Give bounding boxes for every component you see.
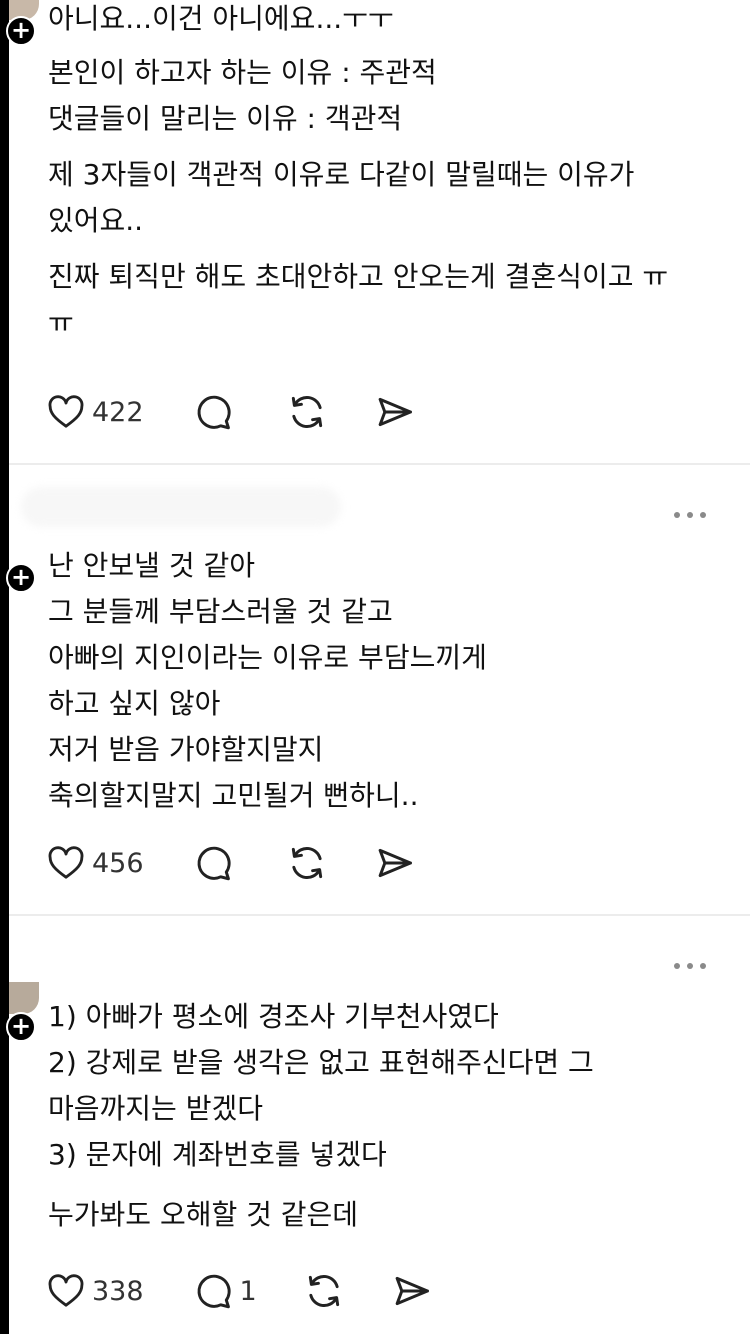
comment-count: 1 — [239, 1275, 257, 1307]
repost-icon — [291, 395, 322, 429]
post-paragraph: 본인이 하고자 하는 이유 : 주관적 댓글들이 말리는 이유 : 객관적 — [48, 50, 708, 142]
repost-button[interactable] — [303, 1270, 345, 1312]
post-text-line: 아빠의 지인이라는 이유로 부담느끼게 — [48, 641, 487, 674]
repost-button[interactable] — [286, 391, 328, 433]
post-body: 1) 아빠가 평소에 경조사 기부천사였다 2) 강제로 받을 생각은 없고 표… — [48, 994, 708, 1238]
post-paragraph: 1) 아빠가 평소에 경조사 기부천사였다 2) 강제로 받을 생각은 없고 표… — [48, 994, 708, 1178]
avatar[interactable] — [9, 982, 39, 1014]
comment-button[interactable]: 1 — [192, 1270, 257, 1312]
post-paragraph: 난 안보낼 것 같아 그 분들께 부담스러울 것 같고 아빠의 지인이라는 이유… — [48, 543, 708, 819]
post-text-line: 있어요.. — [48, 204, 144, 237]
post-text-line: 댓글들이 말리는 이유 : 객관적 — [48, 102, 403, 135]
action-bar: 456 — [46, 841, 416, 885]
send-icon — [378, 848, 412, 878]
speech-bubble-icon — [197, 846, 231, 881]
repost-icon — [291, 846, 322, 880]
post-text-line: 제 3자들이 객관적 이유로 다같이 말릴때는 이유가 — [48, 158, 635, 191]
post-text-line: 난 안보낼 것 같아 — [48, 549, 256, 582]
post-text-line: 그 분들께 부담스러울 것 같고 — [48, 595, 393, 628]
repost-button[interactable] — [286, 842, 328, 884]
speech-bubble-icon — [197, 1274, 231, 1309]
post-text-line: ㅠ — [48, 306, 74, 339]
like-button[interactable]: 422 — [46, 392, 144, 432]
post-paragraph: 진짜 퇴직만 해도 초대안하고 안오는게 결혼식이고 ㅠ ㅠ — [48, 254, 708, 346]
comment-button[interactable] — [192, 391, 240, 433]
username-redacted — [21, 487, 341, 527]
post-text-line: 1) 아빠가 평소에 경조사 기부천사였다 — [48, 1000, 499, 1033]
post-text-line: 축의할지말지 고민될거 뻔하니.. — [48, 779, 419, 812]
post-card: + 난 안보낼 것 같아 그 분들께 부담스러울 것 같고 아빠의 지인이라는 … — [6, 465, 750, 915]
send-icon — [378, 397, 412, 427]
post-paragraph: 아니요...이건 아니에요...ㅜㅜ — [48, 0, 708, 42]
more-icon[interactable] — [674, 511, 706, 519]
post-card: + 아니요...이건 아니에요...ㅜㅜ 본인이 하고자 하는 이유 : 주관적… — [6, 0, 750, 464]
comment-button[interactable] — [192, 842, 240, 884]
share-button[interactable] — [374, 842, 416, 884]
post-text-line: 하고 싶지 않아 — [48, 687, 221, 720]
share-button[interactable] — [374, 391, 416, 433]
action-bar: 422 — [46, 390, 416, 434]
post-text-line: 저거 받음 가야할지말지 — [48, 733, 324, 766]
plus-icon[interactable]: + — [6, 563, 36, 593]
action-bar: 338 1 — [46, 1269, 433, 1313]
plus-icon[interactable]: + — [6, 1012, 36, 1042]
send-icon — [395, 1276, 429, 1306]
share-button[interactable] — [391, 1270, 433, 1312]
post-text-line: 3) 문자에 계좌번호를 넣겠다 — [48, 1138, 387, 1171]
post-text-line: 2) 강제로 받을 생각은 없고 표현해주신다면 그 — [48, 1046, 594, 1079]
heart-icon — [48, 846, 84, 879]
heart-icon — [48, 395, 84, 428]
like-count: 338 — [92, 1275, 144, 1307]
screen-left-edge — [0, 0, 9, 1334]
post-paragraph: 누가봐도 오해할 것 같은데 — [48, 1192, 708, 1238]
post-body: 아니요...이건 아니에요...ㅜㅜ 본인이 하고자 하는 이유 : 주관적 댓… — [48, 0, 708, 346]
post-text-line: 마음까지는 받겠다 — [48, 1092, 263, 1125]
repost-icon — [308, 1274, 339, 1308]
speech-bubble-icon — [197, 395, 231, 430]
post-paragraph: 제 3자들이 객관적 이유로 다같이 말릴때는 이유가 있어요.. — [48, 152, 708, 244]
like-count: 456 — [92, 847, 144, 879]
more-icon[interactable] — [674, 962, 706, 970]
post-card: + 1) 아빠가 평소에 경조사 기부천사였다 2) 강제로 받을 생각은 없고… — [6, 916, 750, 1334]
post-text-line: 누가봐도 오해할 것 같은데 — [48, 1198, 359, 1231]
post-text-line: 아니요...이건 아니에요...ㅜㅜ — [48, 2, 394, 35]
post-body: 난 안보낼 것 같아 그 분들께 부담스러울 것 같고 아빠의 지인이라는 이유… — [48, 543, 708, 819]
like-button[interactable]: 456 — [46, 843, 144, 883]
heart-icon — [48, 1274, 84, 1307]
post-text-line: 진짜 퇴직만 해도 초대안하고 안오는게 결혼식이고 ㅠ — [48, 260, 669, 293]
plus-icon[interactable]: + — [6, 16, 36, 46]
post-text-line: 본인이 하고자 하는 이유 : 주관적 — [48, 56, 437, 89]
like-button[interactable]: 338 — [46, 1271, 144, 1311]
like-count: 422 — [92, 396, 144, 428]
